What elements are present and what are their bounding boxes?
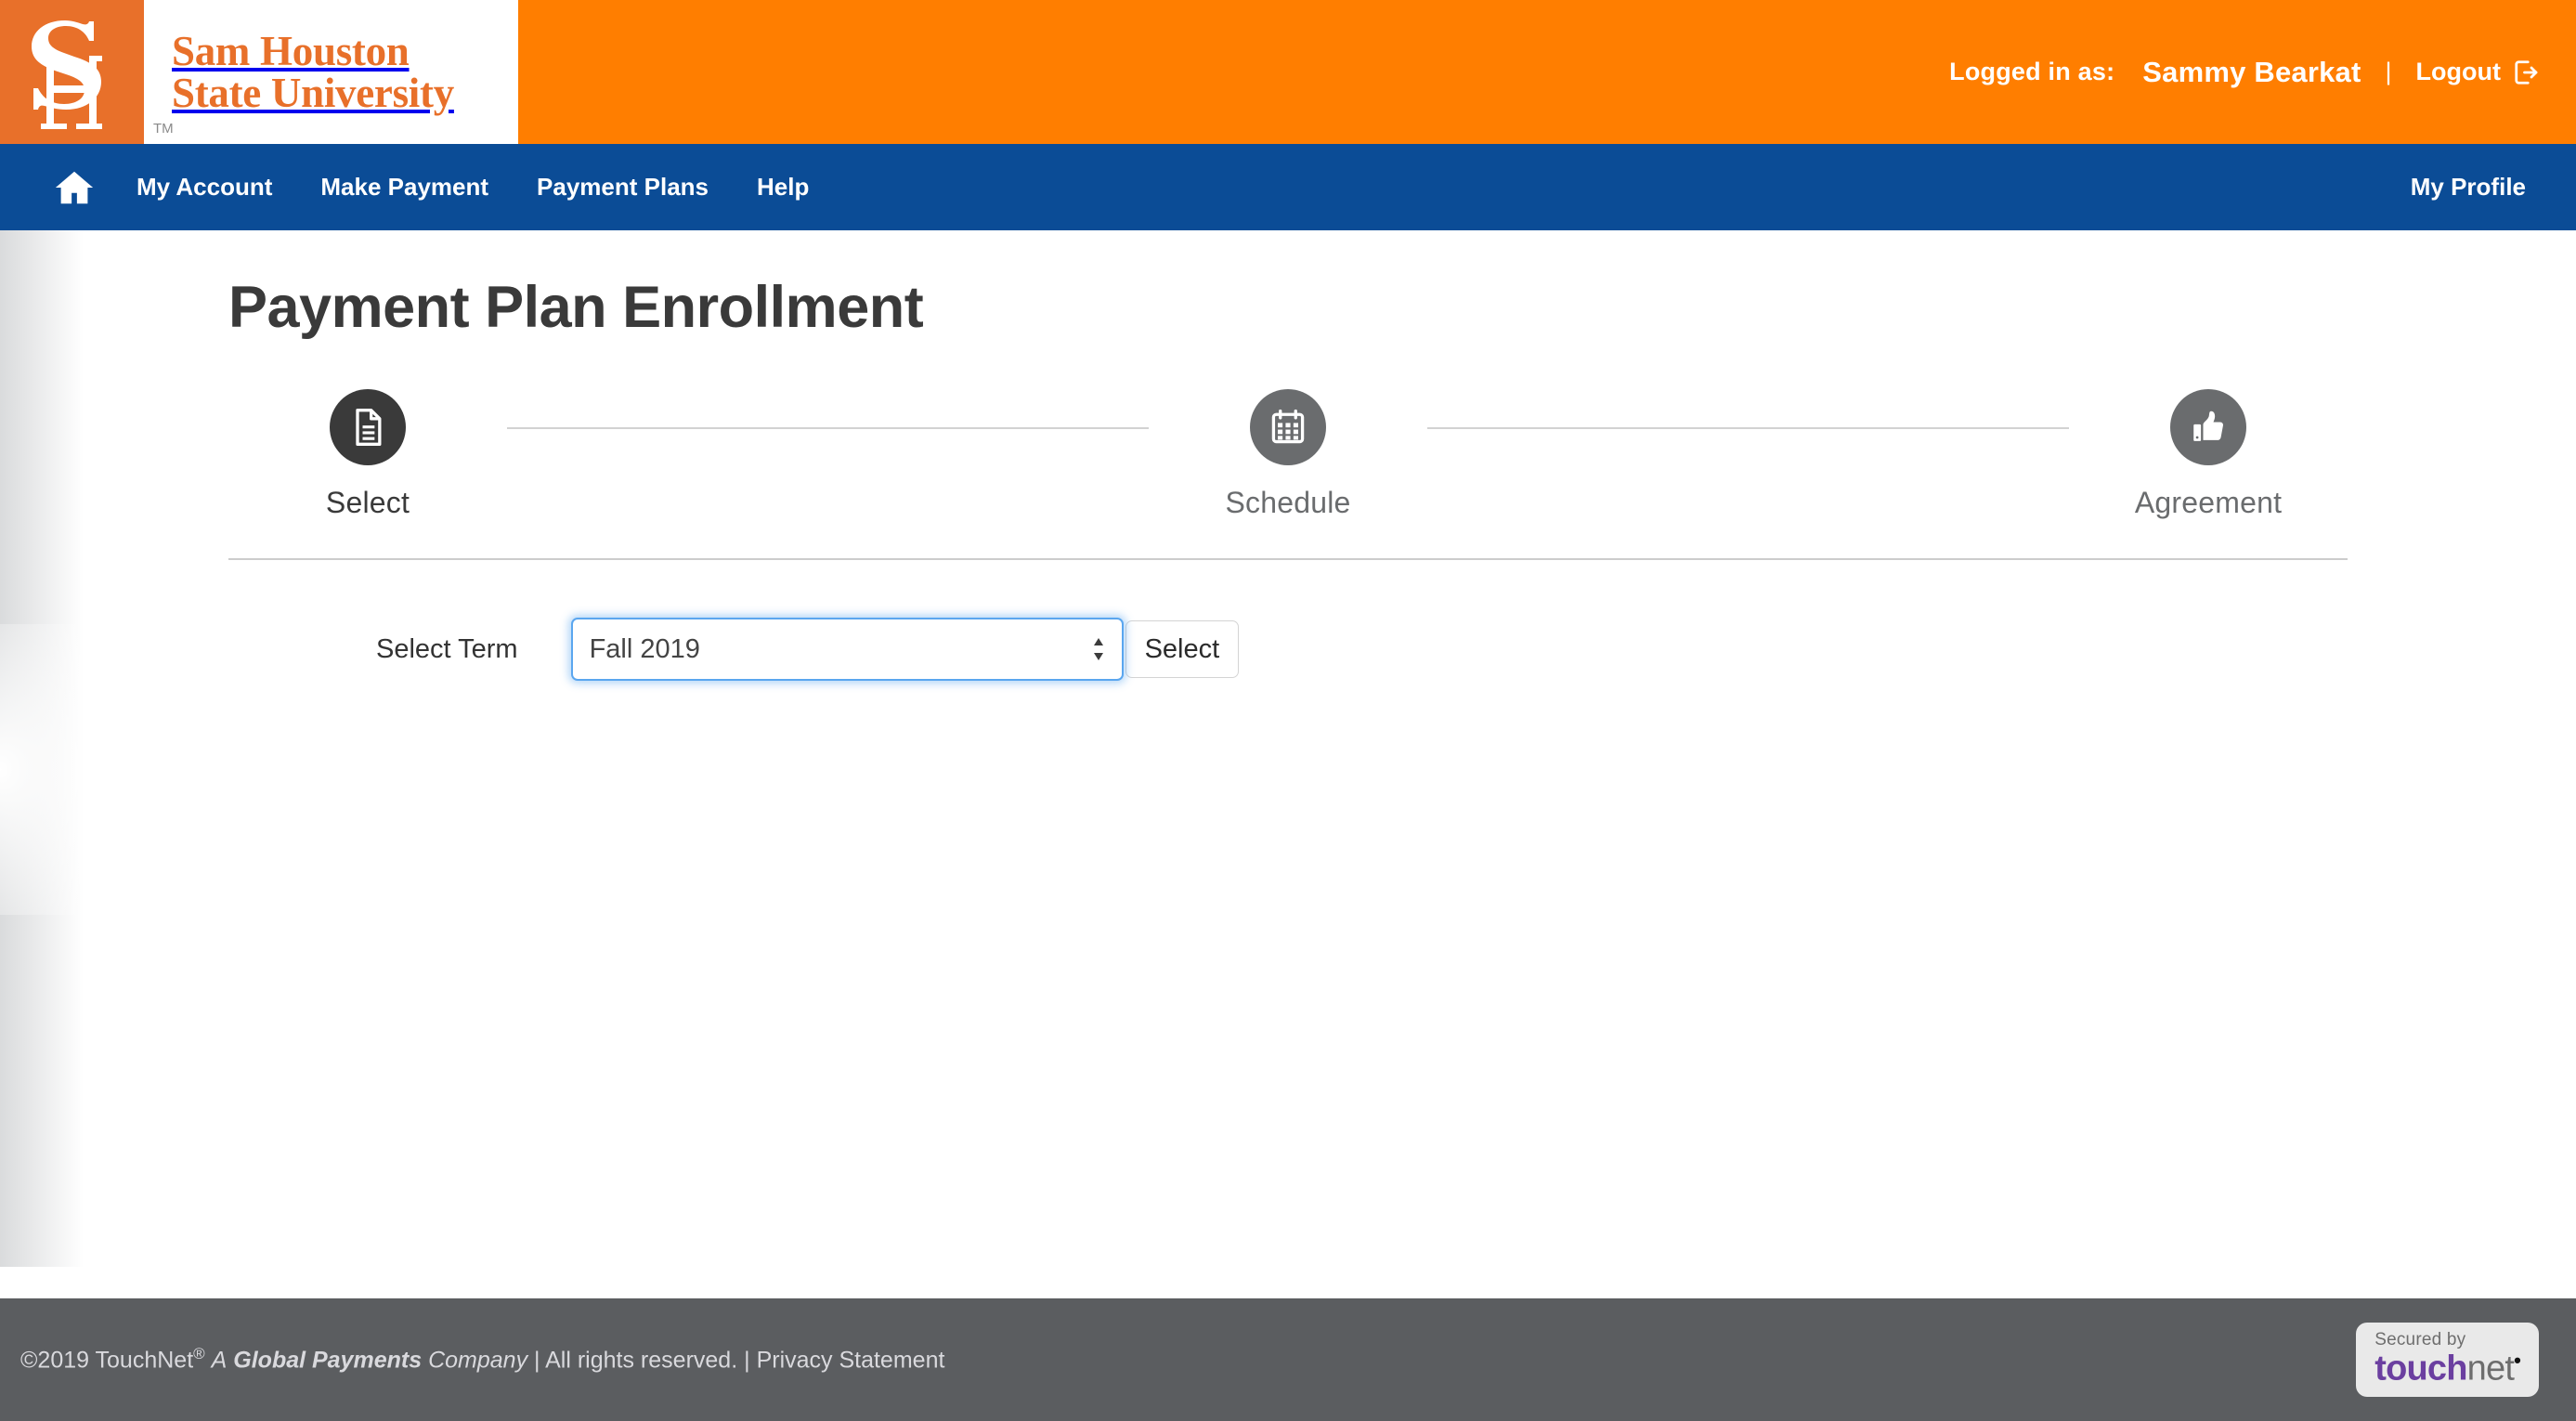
steps-divider	[228, 558, 2348, 560]
sign-out-icon	[2513, 59, 2541, 86]
step-label-agreement: Agreement	[2134, 486, 2283, 519]
content-area: Payment Plan Enrollment Select Schedule …	[0, 230, 2576, 1267]
main-container: Payment Plan Enrollment Select Schedule …	[0, 230, 2576, 681]
step-schedule[interactable]: Schedule	[1149, 389, 1427, 520]
header-separator: |	[2385, 58, 2392, 85]
logged-in-label: Logged in as:	[1949, 58, 2115, 85]
footer-legal-text: ©2019 TouchNet® A Global Payments Compan…	[0, 1345, 944, 1374]
footer-rights: All rights reserved.	[545, 1347, 738, 1374]
navbar-right-group: My Profile	[2411, 173, 2576, 202]
nav-item-help[interactable]: Help	[757, 173, 809, 202]
select-term-form: Select Term Fall 2019 Select	[0, 618, 2576, 681]
home-icon[interactable]	[53, 166, 96, 209]
page-footer: ©2019 TouchNet® A Global Payments Compan…	[0, 1298, 2576, 1421]
step-connector-1	[507, 427, 1149, 429]
footer-company: Company	[428, 1347, 528, 1374]
badge-brand-touch: touch	[2374, 1349, 2467, 1388]
trademark-mark: TM	[153, 121, 174, 137]
footer-sep-1: |	[534, 1347, 540, 1374]
step-agreement[interactable]: Agreement	[2069, 389, 2348, 520]
select-term-submit-button[interactable]: Select	[1125, 620, 1240, 678]
enrollment-step-tracker: Select Schedule Agreement	[228, 389, 2348, 558]
university-wordmark: Sam Houston State University TM	[144, 0, 518, 144]
footer-global-payments: Global Payments	[233, 1347, 423, 1374]
logout-label: Logout	[2415, 58, 2501, 85]
step-select[interactable]: Select	[228, 389, 507, 520]
wordmark-line2: State University	[172, 69, 454, 116]
user-name: Sammy Bearkat	[2142, 55, 2361, 88]
term-select-wrapper: Fall 2019	[570, 618, 1124, 681]
thumbs-up-icon	[2170, 389, 2246, 465]
page-title: Payment Plan Enrollment	[228, 275, 924, 340]
step-connector-2	[1427, 427, 2069, 429]
select-term-label: Select Term	[376, 633, 518, 664]
secured-by-touchnet-badge: Secured by touchnet•	[2356, 1323, 2539, 1397]
term-select-input[interactable]: Fall 2019	[570, 618, 1124, 681]
navbar-left-group: My Account Make Payment Payment Plans He…	[0, 166, 857, 209]
calendar-icon	[1250, 389, 1326, 465]
footer-copyright: ©2019 TouchNet	[20, 1347, 194, 1374]
nav-item-my-profile[interactable]: My Profile	[2411, 173, 2526, 201]
privacy-statement-link[interactable]: Privacy Statement	[757, 1348, 945, 1374]
step-label-select: Select	[325, 486, 410, 519]
footer-sep-2: |	[744, 1347, 750, 1374]
nav-item-make-payment[interactable]: Make Payment	[320, 173, 488, 202]
app-page: Sam Houston State University TM Logged i…	[0, 0, 2576, 1421]
sh-monogram-icon	[0, 0, 144, 144]
primary-navbar: My Account Make Payment Payment Plans He…	[0, 144, 2576, 230]
footer-registered-mark: ®	[193, 1345, 205, 1363]
document-icon	[330, 389, 406, 465]
badge-brand-net: net	[2466, 1349, 2515, 1388]
masthead: Sam Houston State University TM Logged i…	[0, 0, 2576, 144]
badge-secured-by-label: Secured by	[2374, 1330, 2466, 1350]
nav-item-payment-plans[interactable]: Payment Plans	[537, 173, 709, 202]
badge-brand: touchnet•	[2374, 1349, 2521, 1388]
step-label-schedule: Schedule	[1225, 486, 1351, 519]
university-logo[interactable]: Sam Houston State University TM	[0, 0, 518, 144]
masthead-user-area: Logged in as: Sammy Bearkat | Logout	[518, 0, 2576, 144]
nav-item-my-account[interactable]: My Account	[137, 173, 272, 202]
footer-a-text: A	[211, 1347, 228, 1374]
wordmark-line1: Sam Houston	[172, 28, 410, 75]
logout-button[interactable]: Logout	[2416, 58, 2541, 86]
badge-brand-dot: •	[2514, 1349, 2521, 1373]
